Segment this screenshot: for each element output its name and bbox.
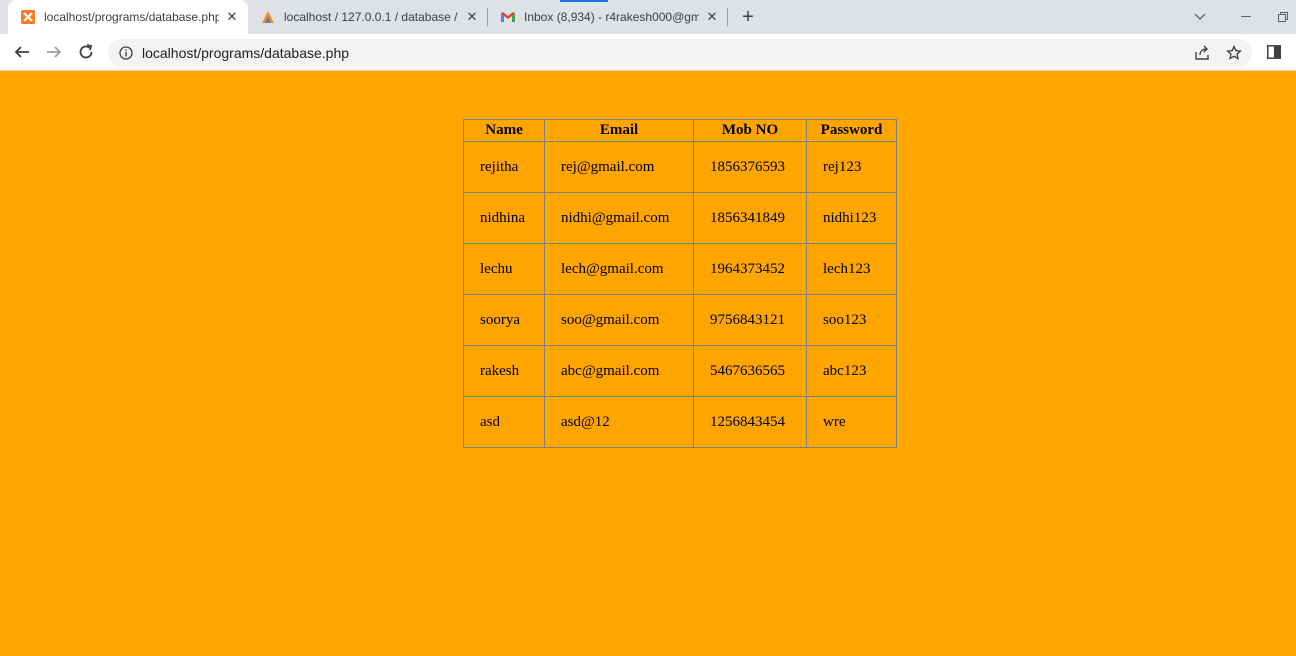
tab-title: localhost / 127.0.0.1 / database / (284, 10, 458, 24)
tab-gmail-inbox[interactable]: Inbox (8,934) - r4rakesh000@gm ✕ (488, 0, 728, 34)
column-header-name: Name (463, 119, 545, 142)
cell-email: abc@gmail.com (544, 345, 694, 397)
back-arrow-icon[interactable] (8, 38, 36, 66)
column-header-email: Email (544, 119, 694, 142)
cell-email: soo@gmail.com (544, 294, 694, 346)
cell-mobile: 9756843121 (693, 294, 807, 346)
cell-password: lech123 (806, 243, 897, 295)
close-tab-icon[interactable]: ✕ (224, 9, 240, 25)
xampp-icon (20, 9, 36, 25)
bookmark-star-icon[interactable] (1222, 39, 1246, 67)
cell-mobile: 1856341849 (693, 192, 807, 244)
tab-strip: localhost/programs/database.php ✕ localh… (0, 0, 1296, 34)
gmail-icon (500, 9, 516, 25)
new-tab-button[interactable]: + (736, 5, 760, 29)
tab-title: Inbox (8,934) - r4rakesh000@gm (524, 10, 699, 24)
browser-toolbar: localhost/programs/database.php (0, 34, 1296, 71)
table-row: rakesh abc@gmail.com 5467636565 abc123 (463, 345, 897, 397)
close-tab-icon[interactable]: ✕ (704, 9, 720, 25)
cell-mobile: 5467636565 (693, 345, 807, 397)
share-icon[interactable] (1190, 39, 1214, 67)
table-row: soorya soo@gmail.com 9756843121 soo123 (463, 294, 897, 346)
address-bar[interactable]: localhost/programs/database.php (108, 39, 1252, 67)
tab-phpmyadmin[interactable]: localhost / 127.0.0.1 / database / ✕ (248, 0, 488, 34)
table-row: rejitha rej@gmail.com 1856376593 rej123 (463, 141, 897, 193)
table-row: nidhina nidhi@gmail.com 1856341849 nidhi… (463, 192, 897, 244)
column-header-mobile: Mob NO (693, 119, 807, 142)
cell-name: nidhina (463, 192, 545, 244)
site-info-icon[interactable] (118, 45, 134, 61)
cell-name: soorya (463, 294, 545, 346)
cell-email: rej@gmail.com (544, 141, 694, 193)
cell-email: asd@12 (544, 396, 694, 448)
restore-icon[interactable] (1270, 0, 1296, 34)
cell-name: asd (463, 396, 545, 448)
cell-email: lech@gmail.com (544, 243, 694, 295)
side-panel-icon[interactable] (1260, 38, 1288, 66)
cell-name: lechu (463, 243, 545, 295)
close-tab-icon[interactable]: ✕ (464, 9, 480, 25)
forward-arrow-icon[interactable] (40, 38, 68, 66)
cell-password: nidhi123 (806, 192, 897, 244)
address-url: localhost/programs/database.php (142, 45, 350, 61)
table-row: asd asd@12 1256843454 wre (463, 396, 897, 448)
tab-search-chevron-icon[interactable] (1180, 0, 1220, 34)
cell-name: rejitha (463, 141, 545, 193)
page-content: Name Email Mob NO Password rejitha rej@g… (0, 71, 1296, 656)
cell-mobile: 1856376593 (693, 141, 807, 193)
minimize-icon[interactable] (1226, 0, 1266, 34)
users-table: Name Email Mob NO Password rejitha rej@g… (463, 119, 897, 448)
table-row: lechu lech@gmail.com 1964373452 lech123 (463, 243, 897, 295)
table-header-row: Name Email Mob NO Password (463, 119, 897, 142)
cell-name: rakesh (463, 345, 545, 397)
cell-password: wre (806, 396, 897, 448)
tab-database-php[interactable]: localhost/programs/database.php ✕ (8, 0, 248, 34)
cell-password: rej123 (806, 141, 897, 193)
phpmyadmin-icon (260, 9, 276, 25)
cell-email: nidhi@gmail.com (544, 192, 694, 244)
cell-mobile: 1964373452 (693, 243, 807, 295)
cell-password: abc123 (806, 345, 897, 397)
column-header-password: Password (806, 119, 897, 142)
reload-icon[interactable] (72, 38, 100, 66)
cell-mobile: 1256843454 (693, 396, 807, 448)
cell-password: soo123 (806, 294, 897, 346)
tab-title: localhost/programs/database.php (44, 10, 219, 24)
